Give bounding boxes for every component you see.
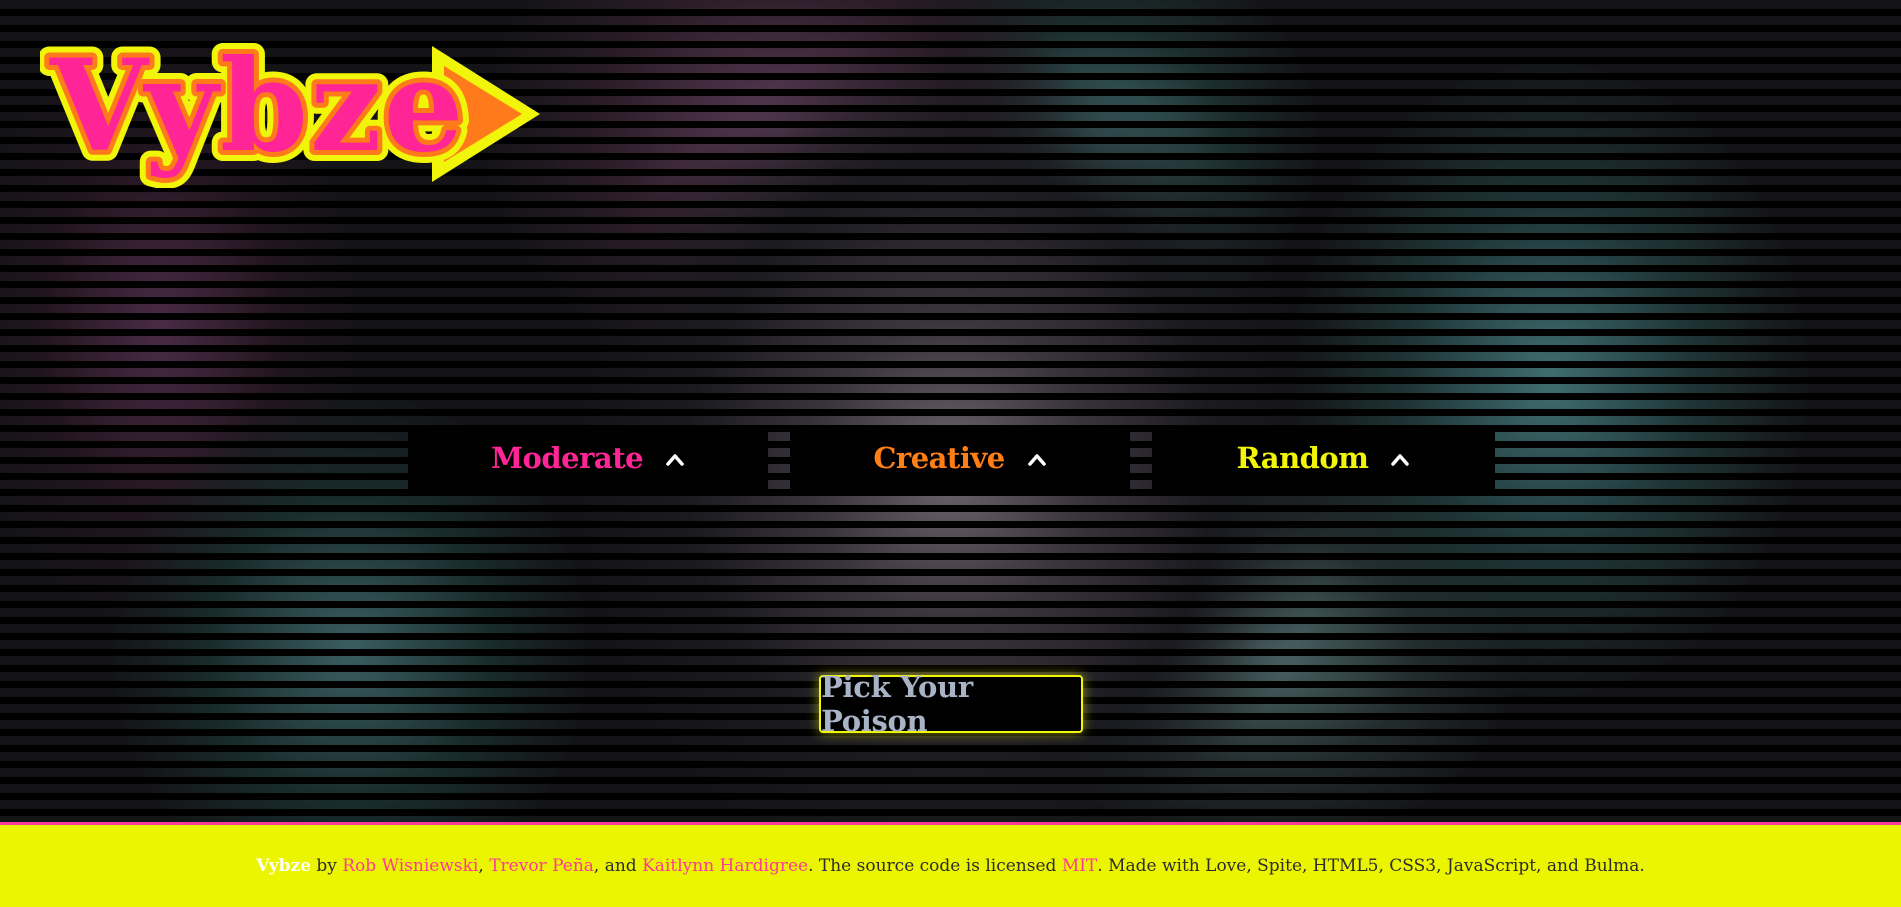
author-link-rob[interactable]: Rob Wisniewski [342, 856, 478, 876]
dropdown-moderate[interactable]: Moderate [408, 425, 768, 491]
footer-separator: , [478, 856, 490, 876]
page: Vybze Vybze Moderate Creative Random Pic… [0, 0, 1901, 907]
footer-brand: Vybze [256, 856, 311, 876]
dropdown-random[interactable]: Random [1152, 425, 1495, 491]
mood-dropdowns: Moderate Creative Random [0, 425, 1901, 491]
dropdown-moderate-label: Moderate [490, 441, 644, 475]
dropdown-creative[interactable]: Creative [790, 425, 1130, 491]
author-link-kaitlynn[interactable]: Kaitlynn Hardigree [642, 856, 808, 876]
footer-separator-and: , and [593, 856, 643, 876]
chevron-up-icon [1027, 454, 1046, 466]
footer-license-text: . The source code is licensed [808, 856, 1062, 876]
vybze-logo[interactable]: Vybze Vybze [38, 21, 550, 191]
footer: Vybze by Rob Wisniewski, Trevor Peña, an… [0, 825, 1901, 907]
chevron-up-icon [1391, 454, 1410, 466]
pick-your-poison-button[interactable]: Pick Your Poison [819, 670, 1083, 738]
dropdown-creative-label: Creative [873, 441, 1005, 475]
dropdown-random-label: Random [1236, 441, 1369, 475]
author-link-trevor[interactable]: Trevor Peña [489, 856, 594, 876]
logo-graphic: Vybze Vybze [38, 21, 540, 191]
logo-text: Vybze [49, 32, 466, 180]
footer-made-with-text: . Made with Love, Spite, HTML5, CSS3, Ja… [1097, 856, 1645, 876]
footer-by-text: by [310, 856, 343, 876]
pick-your-poison-label: Pick Your Poison [821, 670, 973, 738]
chevron-up-icon [666, 454, 684, 466]
license-link-mit[interactable]: MIT [1062, 856, 1097, 876]
